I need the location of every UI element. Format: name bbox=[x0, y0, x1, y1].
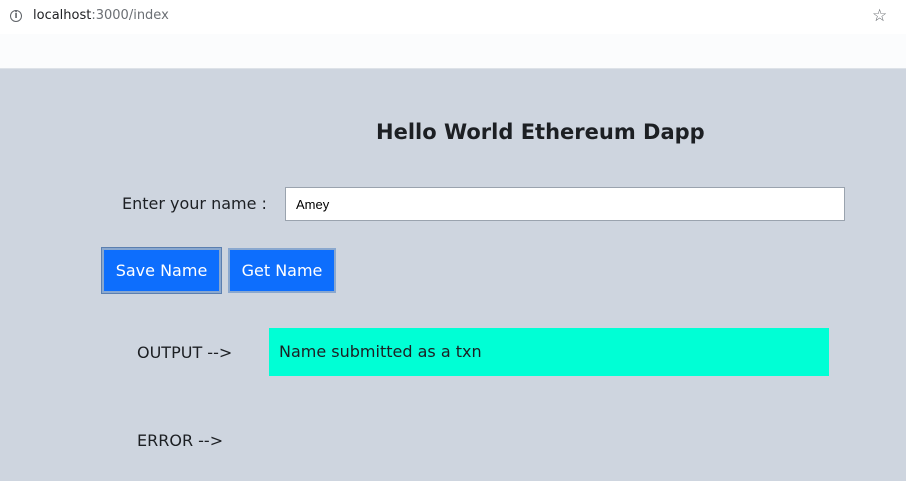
save-name-button[interactable]: Save Name bbox=[101, 247, 222, 294]
page-title: Hello World Ethereum Dapp bbox=[376, 120, 705, 144]
url-path: :3000/index bbox=[91, 8, 169, 23]
address-bar[interactable]: i localhost:3000/index ☆ bbox=[0, 0, 906, 34]
browser-toolbar: i localhost:3000/index ☆ bbox=[0, 0, 906, 69]
output-box: Name submitted as a txn bbox=[269, 328, 829, 376]
page-content: Hello World Ethereum Dapp Enter your nam… bbox=[0, 69, 906, 481]
url-text[interactable]: localhost:3000/index bbox=[33, 8, 169, 23]
get-name-button[interactable]: Get Name bbox=[228, 248, 336, 293]
name-label: Enter your name : bbox=[122, 194, 267, 213]
name-input[interactable] bbox=[285, 187, 845, 221]
error-label: ERROR --> bbox=[137, 431, 224, 450]
info-icon[interactable]: i bbox=[10, 10, 22, 22]
output-label: OUTPUT --> bbox=[137, 343, 233, 362]
star-icon[interactable]: ☆ bbox=[872, 6, 887, 26]
url-host: localhost bbox=[33, 8, 92, 23]
